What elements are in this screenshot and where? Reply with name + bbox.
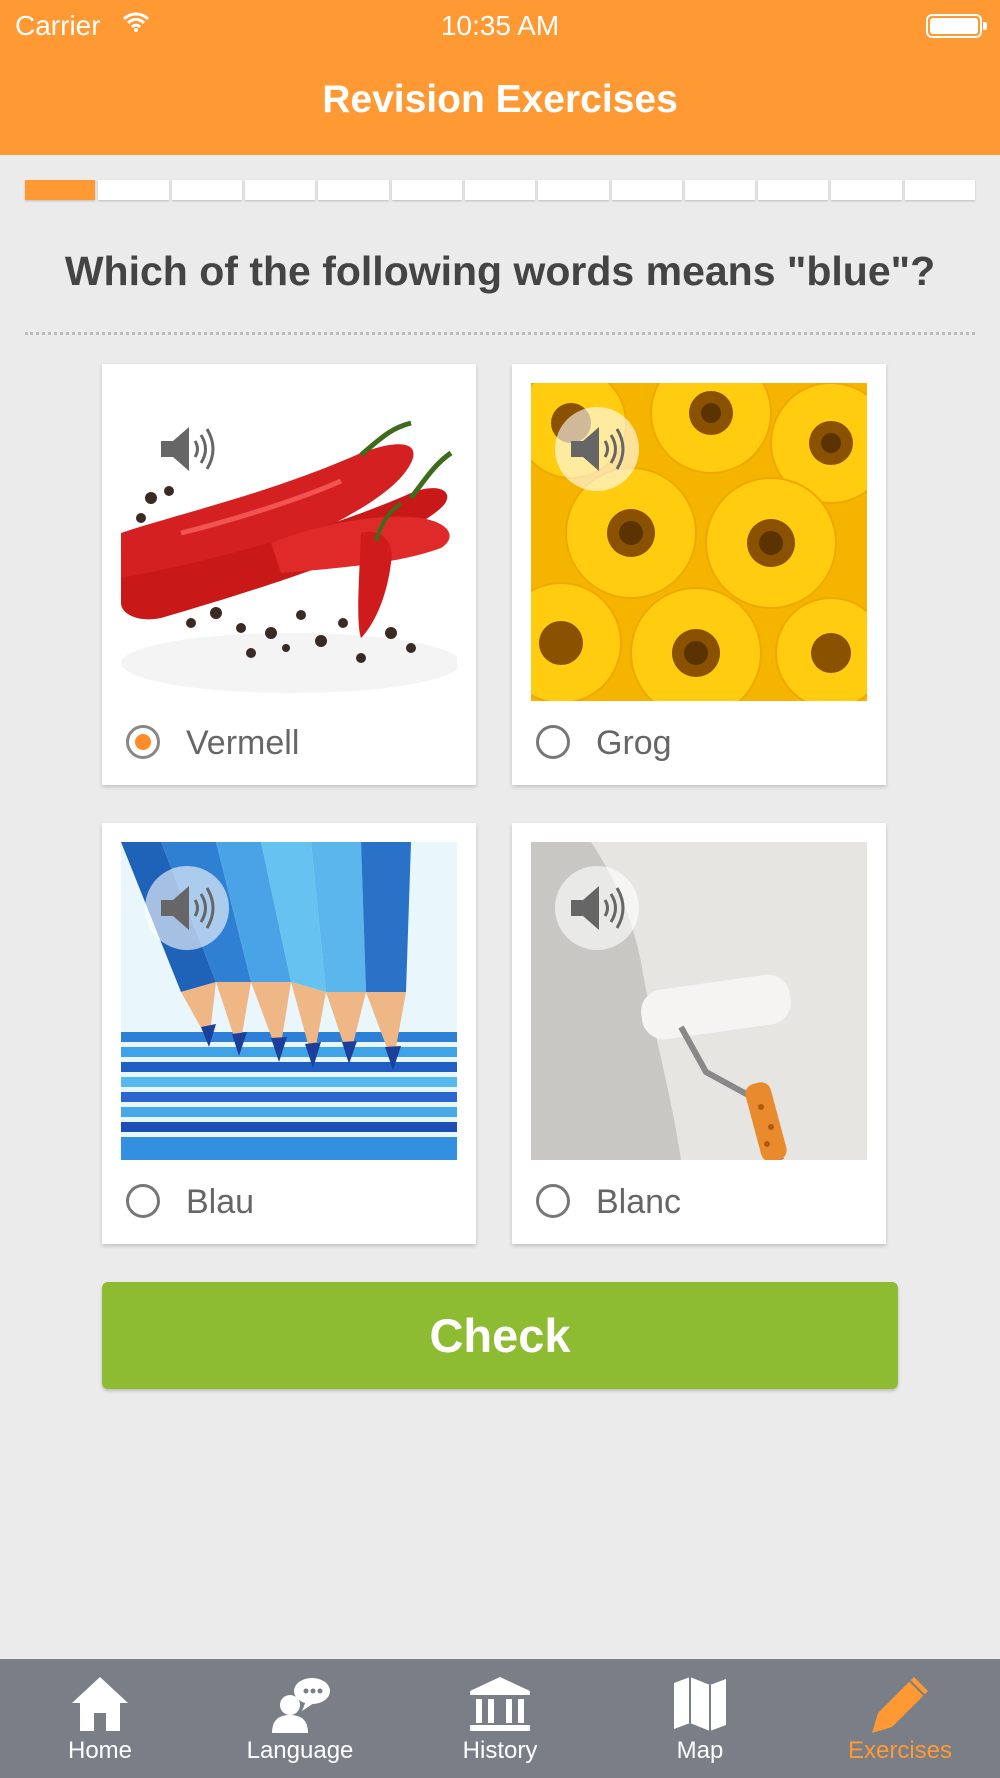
radio-button-selected[interactable] (126, 725, 160, 759)
status-bar: Carrier 10:35 AM (0, 0, 1000, 50)
history-icon (468, 1675, 532, 1738)
progress-segment (464, 180, 536, 200)
progress-segment (904, 180, 976, 200)
progress-segment (391, 180, 462, 200)
progress-segment (318, 180, 389, 200)
pencil-icon (870, 1675, 930, 1738)
question-text: Which of the following words means "blue… (64, 248, 936, 294)
option-label: Vermell (186, 724, 300, 762)
tab-label: History (462, 1737, 538, 1764)
tab-label: Home (67, 1737, 133, 1764)
answer-option-grog[interactable]: Grog (512, 364, 886, 785)
tab-label: Language (246, 1737, 354, 1764)
option-label: Blanc (596, 1183, 682, 1221)
progress-segment (244, 180, 316, 200)
progress-segment (611, 180, 682, 200)
tab-exercises[interactable]: Exercises (800, 1659, 1000, 1778)
tab-label: Exercises (847, 1737, 953, 1764)
map-icon (672, 1675, 728, 1738)
tab-language[interactable]: Language (200, 1659, 400, 1778)
dotted-divider (25, 332, 975, 335)
exercise-progress-bar (25, 180, 976, 200)
speaker-icon[interactable] (145, 407, 229, 491)
radio-button[interactable] (536, 1184, 570, 1218)
speaker-icon[interactable] (555, 407, 639, 491)
sunflowers-image (531, 383, 867, 701)
red-peppers-image (121, 383, 457, 701)
speaker-icon[interactable] (555, 866, 639, 950)
answer-option-blau[interactable]: Blau (102, 823, 476, 1244)
option-label: Blau (186, 1183, 255, 1221)
answer-option-vermell[interactable]: Vermell (102, 364, 476, 785)
answer-option-blanc[interactable]: Blanc (512, 823, 886, 1244)
battery-icon (926, 14, 987, 38)
option-label: Grog (596, 724, 672, 762)
tab-home[interactable]: Home (0, 1659, 200, 1778)
app-header: Carrier 10:35 AM Revision Exercises (0, 0, 1000, 155)
language-icon (268, 1675, 332, 1738)
blue-pencils-image (121, 842, 457, 1160)
progress-segment (25, 180, 96, 200)
progress-segment (758, 180, 829, 200)
speaker-icon[interactable] (145, 866, 229, 950)
progress-segment (538, 180, 609, 200)
home-icon (70, 1675, 130, 1738)
progress-segment (684, 180, 756, 200)
status-time: 10:35 AM (440, 10, 560, 41)
progress-segment (831, 180, 902, 200)
progress-segment (98, 180, 169, 200)
page-title: Revision Exercises (322, 78, 678, 121)
progress-segment (171, 180, 242, 200)
tab-history[interactable]: History (400, 1659, 600, 1778)
tab-map[interactable]: Map (600, 1659, 800, 1778)
radio-button[interactable] (126, 1184, 160, 1218)
check-button[interactable]: Check (102, 1282, 898, 1389)
tab-label: Map (676, 1737, 724, 1764)
white-paint-roller-image (531, 842, 867, 1160)
bottom-tab-bar: Home Language History Map Exercises (0, 1659, 1000, 1778)
radio-button[interactable] (536, 725, 570, 759)
